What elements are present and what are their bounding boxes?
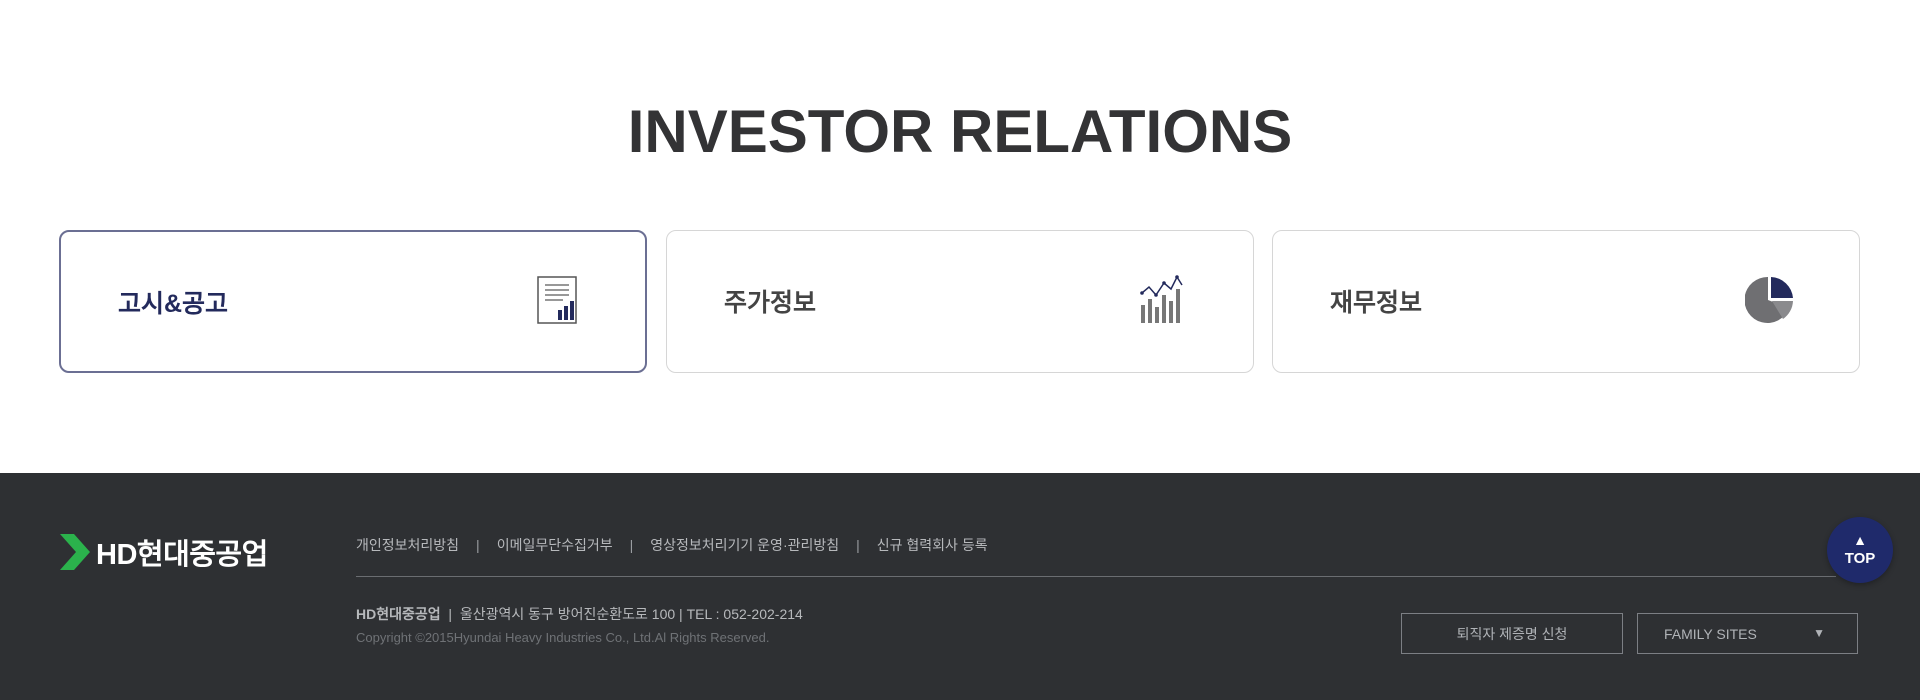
- link-cctv-policy[interactable]: 영상정보처리기기 운영·관리방침: [650, 535, 839, 555]
- link-separator: |: [629, 537, 634, 553]
- company-logo[interactable]: HD현대중공업: [60, 533, 268, 571]
- link-separator: |: [476, 537, 480, 553]
- site-footer: HD현대중공업 개인정보처리방침 | 이메일무단수집거부 | 영상정보처리기기 …: [0, 473, 1920, 700]
- investor-relations-section: INVESTOR RELATIONS 고시&공고 주가정보 재무정보: [0, 0, 1920, 473]
- family-sites-label: FAMILY SITES: [1664, 625, 1757, 642]
- footer-divider: [356, 576, 1836, 577]
- section-title: INVESTOR RELATIONS: [627, 98, 1293, 165]
- retiree-certificate-button[interactable]: 퇴직자 제증명 신청: [1401, 613, 1623, 654]
- link-separator: |: [856, 537, 860, 553]
- arrow-up-icon: ▲: [1853, 531, 1867, 548]
- logo-text: HD현대중공업: [96, 539, 268, 571]
- company-name: HD현대중공업: [356, 606, 441, 622]
- pie-chart-icon: [1744, 275, 1795, 330]
- family-sites-select[interactable]: FAMILY SITES ▼: [1637, 613, 1858, 654]
- card-label: 재무정보: [1330, 289, 1423, 317]
- company-address: HD현대중공업 | 울산광역시 동구 방어진순환도로 100 | TEL : 0…: [356, 604, 803, 624]
- card-stock[interactable]: 주가정보: [666, 230, 1254, 373]
- stock-chart-icon: [1139, 275, 1185, 330]
- chevron-down-icon: ▼: [1813, 626, 1825, 640]
- card-finance[interactable]: 재무정보: [1272, 230, 1860, 373]
- card-label: 주가정보: [724, 289, 817, 317]
- card-label: 고시&공고: [118, 290, 229, 318]
- top-label: TOP: [1844, 549, 1876, 567]
- card-notice[interactable]: 고시&공고: [59, 230, 647, 373]
- logo-arrow-icon: [60, 534, 90, 570]
- address-text: | 울산광역시 동구 방어진순환도로 100 | TEL : 052-202-2…: [440, 606, 803, 622]
- link-privacy-policy[interactable]: 개인정보처리방침: [356, 535, 459, 555]
- footer-links: 개인정보처리방침 | 이메일무단수집거부 | 영상정보처리기기 운영·관리방침 …: [356, 535, 988, 555]
- link-email-refusal[interactable]: 이메일무단수집거부: [497, 535, 613, 555]
- document-chart-icon: [537, 276, 579, 331]
- copyright: Copyright ©2015Hyundai Heavy Industries …: [356, 630, 770, 645]
- scroll-top-button[interactable]: ▲ TOP: [1827, 517, 1893, 583]
- link-partner-registration[interactable]: 신규 협력회사 등록: [877, 535, 988, 555]
